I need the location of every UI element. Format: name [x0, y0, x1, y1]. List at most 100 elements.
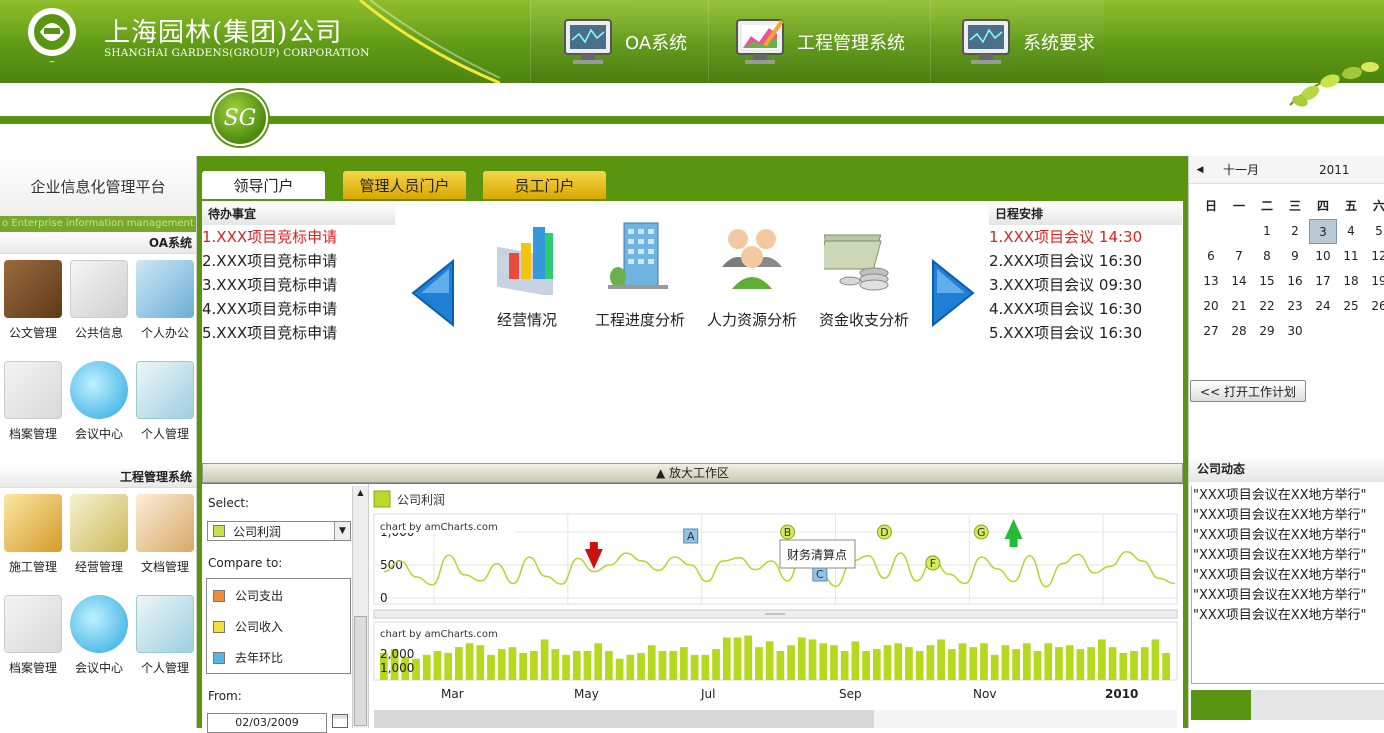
- scroll-up-icon[interactable]: ▲: [353, 486, 368, 500]
- news-item[interactable]: "XXX项目会议在XX地方举行": [1193, 486, 1384, 506]
- news-item[interactable]: "XXX项目会议在XX地方举行": [1193, 566, 1384, 586]
- calendar-day[interactable]: 16: [1281, 269, 1309, 294]
- arrow-left-icon[interactable]: [409, 259, 457, 327]
- schedule-item[interactable]: 4.XXX项目会议 16:30: [989, 297, 1142, 321]
- open-work-plan-button[interactable]: << 打开工作计划: [1190, 380, 1306, 402]
- eng-item-business[interactable]: 经营管理: [66, 494, 132, 595]
- eng-item-meeting[interactable]: 会议中心: [66, 595, 132, 696]
- oa-item-document[interactable]: 公文管理: [0, 260, 66, 361]
- news-item[interactable]: "XXX项目会议在XX地方举行": [1193, 526, 1384, 546]
- calendar-day[interactable]: 11: [1337, 244, 1365, 269]
- todo-item[interactable]: 1.XXX项目竞标申请: [202, 225, 337, 249]
- calendar-day[interactable]: 29: [1253, 319, 1281, 344]
- x-tick-label: 2010: [1105, 687, 1138, 701]
- news-item[interactable]: "XXX项目会议在XX地方举行": [1193, 606, 1384, 626]
- series-select[interactable]: 公司利润 ▼: [207, 521, 351, 541]
- calendar-day[interactable]: 17: [1309, 269, 1337, 294]
- calendar-day[interactable]: 9: [1281, 244, 1309, 269]
- schedule-item[interactable]: 1.XXX项目会议 14:30: [989, 225, 1142, 249]
- eng-item-label: 档案管理: [8, 661, 57, 675]
- top-header: ~ 上海园林(集团)公司 SHANGHAI GARDENS(GROUP) COR…: [0, 0, 1384, 83]
- calendar-day[interactable]: 30: [1281, 319, 1309, 344]
- scrollbar[interactable]: ▲: [352, 486, 368, 728]
- volume-bar: [497, 649, 506, 680]
- todo-item[interactable]: 2.XXX项目竞标申请: [202, 249, 337, 273]
- oa-item-personal-office[interactable]: 个人办公: [132, 260, 198, 361]
- calendar-day[interactable]: 5: [1365, 219, 1384, 244]
- oa-item-meeting[interactable]: 会议中心: [66, 361, 132, 462]
- calendar-day[interactable]: 3: [1309, 219, 1337, 244]
- calendar-day[interactable]: 2: [1281, 219, 1309, 244]
- volume-bar: [937, 639, 945, 680]
- calendar-day[interactable]: 15: [1253, 269, 1281, 294]
- schedule-item[interactable]: 5.XXX项目会议 16:30: [989, 321, 1142, 345]
- calendar-day[interactable]: 8: [1253, 244, 1281, 269]
- calendar-day[interactable]: 22: [1253, 294, 1281, 319]
- tab-leader-portal[interactable]: 领导门户: [202, 171, 325, 199]
- nav-oa-system[interactable]: OA系统: [530, 0, 708, 83]
- calendar-day[interactable]: 12: [1365, 244, 1384, 269]
- oa-item-archive[interactable]: 档案管理: [0, 361, 66, 462]
- oa-item-public-info[interactable]: 公共信息: [66, 260, 132, 361]
- calendar-day[interactable]: 21: [1225, 294, 1253, 319]
- schedule-item[interactable]: 3.XXX项目会议 09:30: [989, 273, 1142, 297]
- news-item[interactable]: "XXX项目会议在XX地方举行": [1193, 546, 1384, 566]
- arrow-right-icon[interactable]: [929, 259, 977, 327]
- eng-item-construction[interactable]: 施工管理: [0, 494, 66, 595]
- todo-item[interactable]: 3.XXX项目竞标申请: [202, 273, 337, 297]
- volume-bar: [851, 641, 860, 680]
- feature-funds[interactable]: 资金收支分析: [809, 215, 919, 330]
- eng-item-docs[interactable]: 文档管理: [132, 494, 198, 595]
- calendar-dow: 六: [1372, 199, 1384, 213]
- feature-hr[interactable]: 人力资源分析: [697, 215, 807, 330]
- feature-progress[interactable]: 工程进度分析: [585, 215, 695, 330]
- expand-workarea-button[interactable]: ▲ 放大工作区: [202, 463, 1183, 483]
- prev-month-icon[interactable]: ◀: [1189, 165, 1211, 175]
- compare-item[interactable]: 去年环比: [213, 649, 283, 666]
- calendar-day[interactable]: 14: [1225, 269, 1253, 294]
- news-item[interactable]: "XXX项目会议在XX地方举行": [1193, 506, 1384, 526]
- navigator-selection: [874, 710, 1177, 728]
- from-date-input[interactable]: 02/03/2009: [207, 713, 327, 733]
- calendar-day[interactable]: 25: [1337, 294, 1365, 319]
- calendar-day[interactable]: 23: [1281, 294, 1309, 319]
- calendar-day[interactable]: 20: [1197, 294, 1225, 319]
- eng-item-personal[interactable]: 个人管理: [132, 595, 198, 696]
- tab-staff-portal[interactable]: 员工门户: [483, 171, 606, 199]
- calendar-day[interactable]: 10: [1309, 244, 1337, 269]
- calendar-day[interactable]: 26: [1365, 294, 1384, 319]
- volume-bar: [615, 658, 624, 680]
- calendar-day[interactable]: 4: [1337, 219, 1365, 244]
- scroll-thumb[interactable]: [354, 616, 367, 726]
- todo-item[interactable]: 5.XXX项目竞标申请: [202, 321, 337, 345]
- calendar-day[interactable]: 24: [1309, 294, 1337, 319]
- calendar-day[interactable]: 27: [1197, 319, 1225, 344]
- compare-item[interactable]: 公司收入: [213, 618, 283, 635]
- todo-item[interactable]: 4.XXX项目竞标申请: [202, 297, 337, 321]
- chevron-down-icon: ▼: [334, 522, 350, 540]
- calendar-day[interactable]: 28: [1225, 319, 1253, 344]
- compare-item[interactable]: 公司支出: [213, 587, 283, 604]
- from-label: From:: [208, 689, 242, 703]
- nav-engineering-system[interactable]: 工程管理系统: [708, 0, 930, 83]
- calendar-day[interactable]: 19: [1365, 269, 1384, 294]
- calendar-day[interactable]: 6: [1197, 244, 1225, 269]
- schedule-item[interactable]: 2.XXX项目会议 16:30: [989, 249, 1142, 273]
- feature-label: 人力资源分析: [706, 311, 797, 329]
- news-item[interactable]: "XXX项目会议在XX地方举行": [1193, 586, 1384, 606]
- calendar-day[interactable]: 18: [1337, 269, 1365, 294]
- calendar-day[interactable]: 13: [1197, 269, 1225, 294]
- calendar-day[interactable]: 7: [1225, 244, 1253, 269]
- calendar-icon[interactable]: [332, 714, 348, 728]
- oa-item-personal-manage[interactable]: 个人管理: [132, 361, 198, 462]
- calendar-day[interactable]: 1: [1253, 219, 1281, 244]
- volume-bar: [1151, 639, 1160, 680]
- feature-business[interactable]: 经营情况: [472, 215, 582, 330]
- from-date-value: 02/03/2009: [235, 716, 299, 729]
- eng-item-archive[interactable]: 档案管理: [0, 595, 66, 696]
- volume-bar: [862, 651, 870, 680]
- feature-label: 经营情况: [496, 311, 557, 329]
- volume-bar: [947, 649, 956, 680]
- tab-manager-portal[interactable]: 管理人员门户: [343, 171, 466, 199]
- nav-system-requirements[interactable]: 系统要求: [930, 0, 1104, 83]
